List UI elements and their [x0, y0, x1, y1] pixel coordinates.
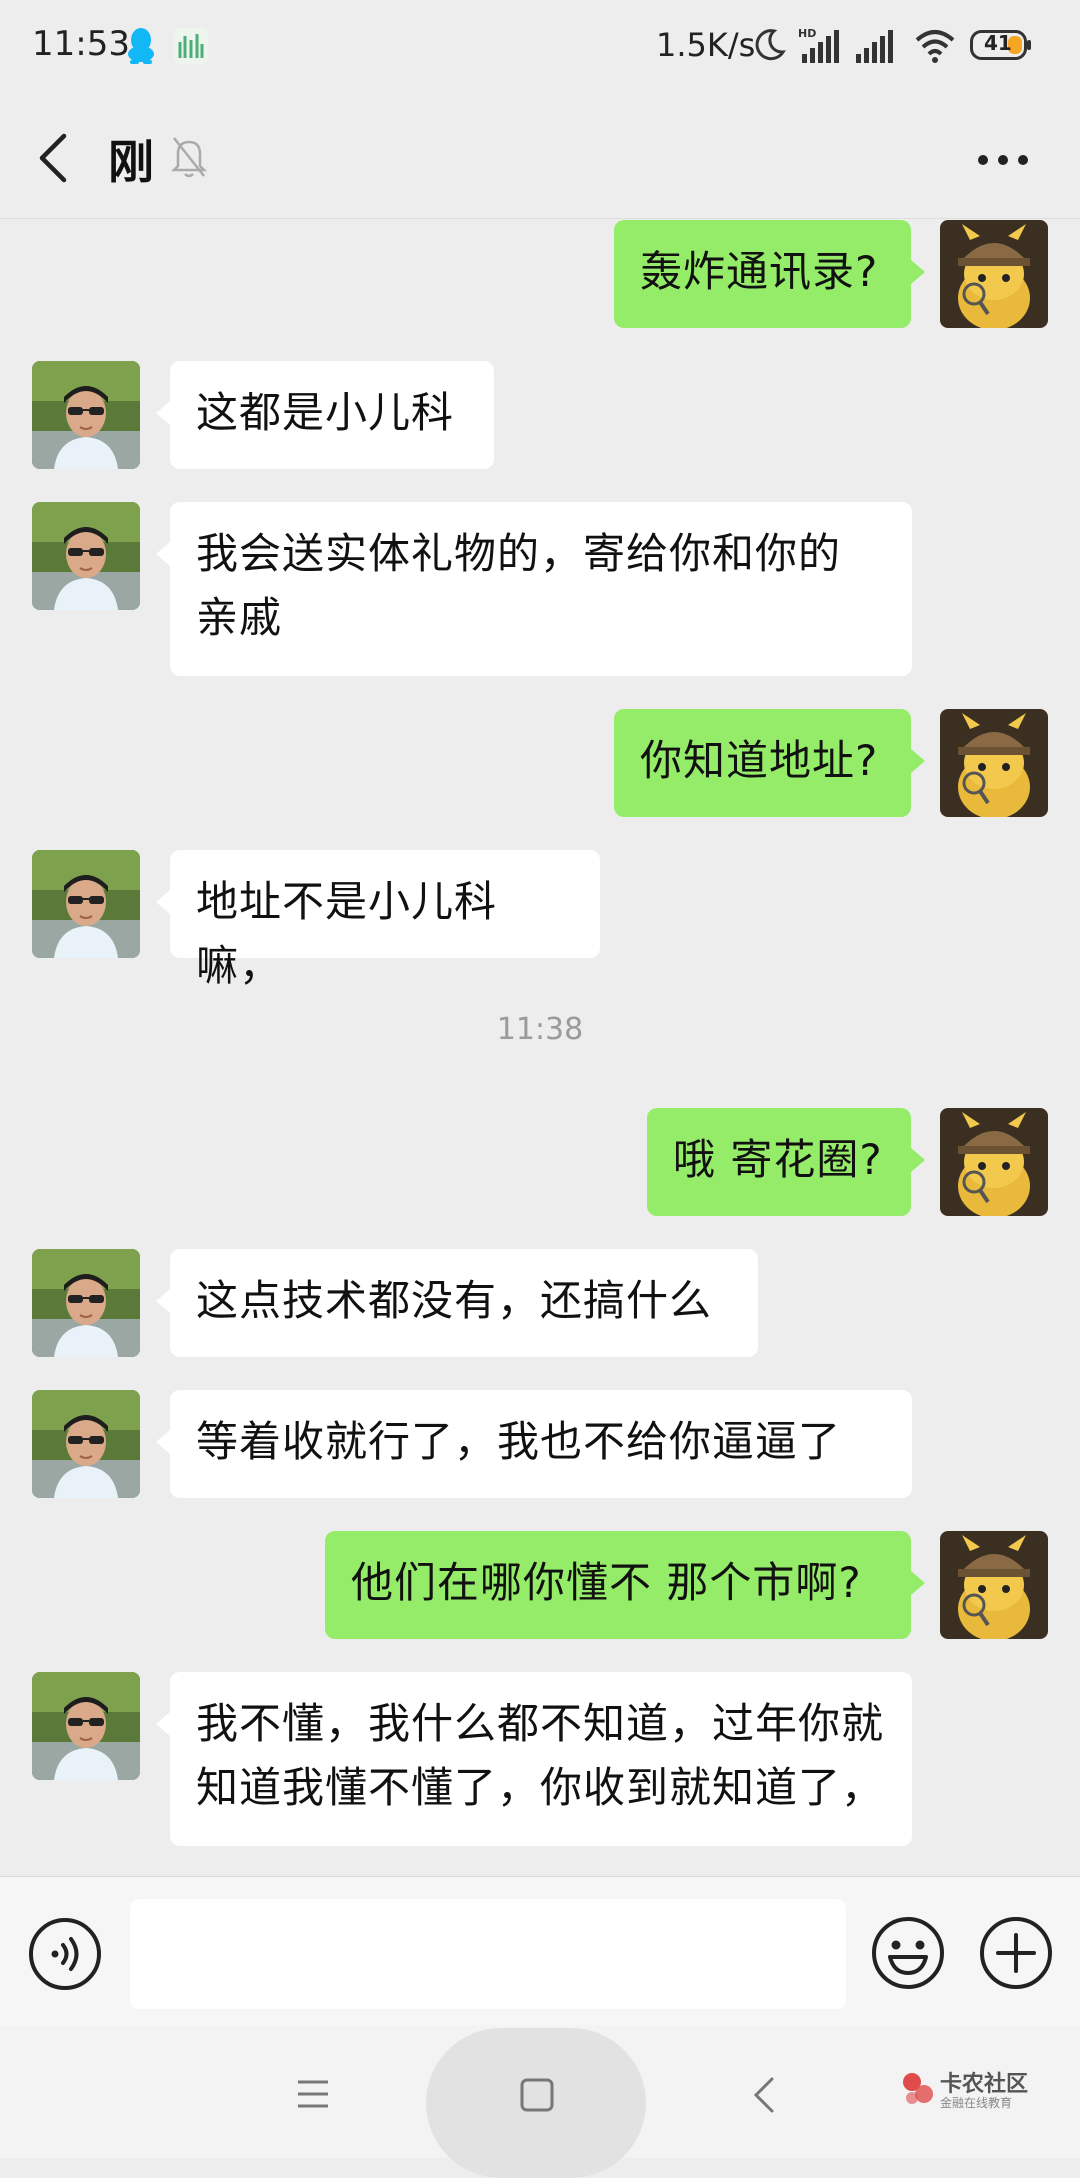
message-input[interactable] [130, 1899, 846, 2009]
home-nav-icon[interactable] [520, 2078, 554, 2112]
self-avatar[interactable] [940, 709, 1048, 817]
sent-message-bubble[interactable]: 你知道地址? [614, 709, 925, 817]
contact-avatar[interactable] [32, 1672, 140, 1780]
contact-avatar[interactable] [32, 1390, 140, 1498]
chat-title: 刚 [108, 135, 154, 189]
back-nav-icon[interactable] [752, 2076, 776, 2114]
contact-avatar[interactable] [32, 850, 140, 958]
hd-signal-icon: HD [798, 26, 844, 64]
received-message-bubble[interactable]: 这点技术都没有，还搞什么 [156, 1249, 758, 1357]
contact-avatar[interactable] [32, 361, 140, 469]
status-time: 11:53 [32, 24, 130, 64]
received-message-bubble[interactable]: 地址不是小儿科嘛， [156, 850, 600, 990]
plus-icon[interactable] [978, 1915, 1054, 1991]
self-avatar[interactable] [940, 1531, 1048, 1639]
app-icon [174, 28, 208, 64]
chat-header: 刚 [0, 96, 1080, 219]
navigation-bar: 卡农社区 金融在线教育 [0, 2026, 1080, 2178]
timestamp: 11:38 [496, 1012, 584, 1047]
received-message-bubble[interactable]: 等着收就行了，我也不给你逼逼了 [156, 1390, 912, 1498]
more-icon[interactable] [976, 152, 1030, 166]
back-icon[interactable] [36, 132, 70, 184]
self-avatar[interactable] [940, 1108, 1048, 1216]
watermark-logo: 卡农社区 金融在线教育 [900, 2066, 1050, 2116]
wifi-icon [914, 28, 956, 64]
sent-message-bubble[interactable]: 他们在哪你懂不 那个市啊? [325, 1531, 925, 1639]
emoji-icon[interactable] [870, 1915, 946, 1991]
contact-avatar[interactable] [32, 1249, 140, 1357]
self-avatar[interactable] [940, 220, 1048, 328]
status-bar: 11:53 1.5K/s HD 41 [0, 0, 1080, 96]
svg-text:HD: HD [798, 27, 816, 40]
watermark-subtitle: 金融在线教育 [940, 2096, 1013, 2110]
menu-nav-icon[interactable] [296, 2078, 330, 2110]
battery-level: 41 [984, 31, 1012, 55]
battery-icon: 41 [970, 30, 1032, 60]
voice-icon[interactable] [28, 1917, 102, 1991]
received-message-bubble[interactable]: 我会送实体礼物的，寄给你和你的 亲戚 [156, 502, 912, 676]
moon-icon [752, 28, 786, 62]
sent-message-bubble[interactable]: 轰炸通讯录? [614, 220, 925, 328]
net-speed: 1.5K/s [656, 26, 756, 64]
received-message-bubble[interactable]: 这都是小儿科 [156, 361, 494, 469]
input-bar [0, 1876, 1080, 2027]
qq-icon [126, 26, 156, 64]
signal-icon [854, 30, 898, 64]
mute-bell-icon [170, 134, 208, 178]
received-message-bubble[interactable]: 我不懂，我什么都不知道，过年你就 知道我懂不懂了，你收到就知道了， [156, 1672, 912, 1846]
contact-avatar[interactable] [32, 502, 140, 610]
sent-message-bubble[interactable]: 哦 寄花圈? [647, 1108, 925, 1216]
